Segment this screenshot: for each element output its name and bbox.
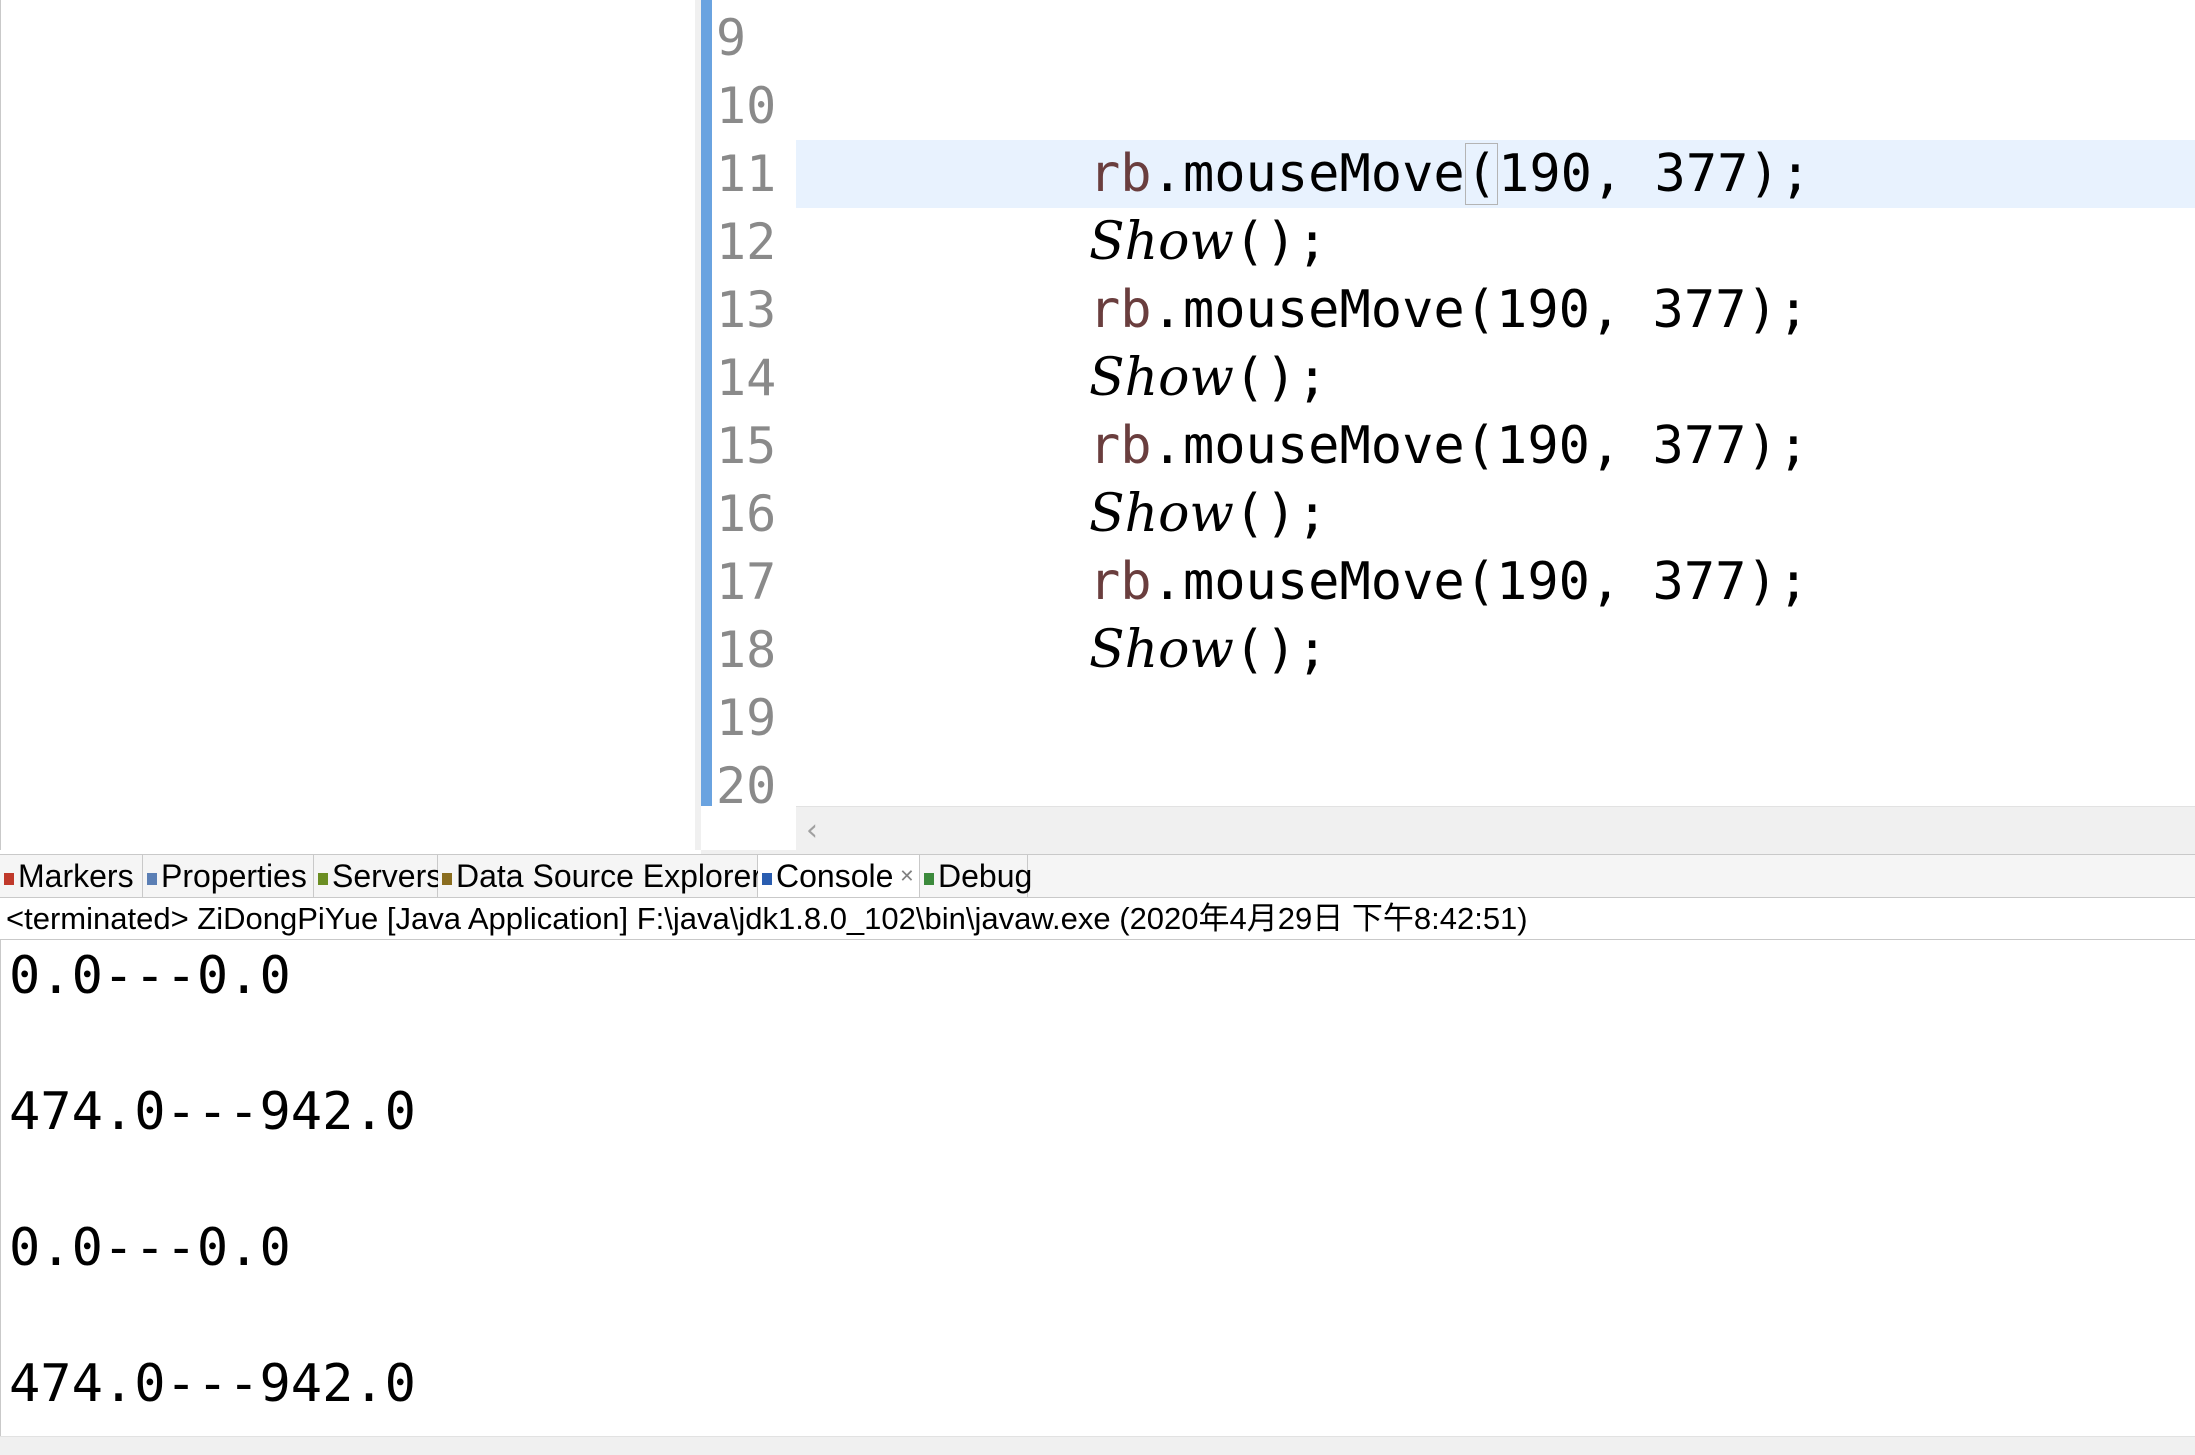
code-token-method: mouseMove [1182,552,1465,612]
console-output-line: 474.0---942.0 [9,1354,416,1414]
overview-ruler-bar [701,0,712,806]
code-line[interactable]: Show(); [796,344,2195,412]
code-token-num: 190, 377 [1496,416,1747,476]
bottom-panel-tabs: Markers Properties Servers Data Source Expl… [0,854,2195,898]
code-token-punct: (); [1233,212,1328,272]
current-code-line[interactable]: rb.mouseMove(190, 377); [796,140,2195,208]
code-token-static: Show [1089,348,1234,408]
code-token-punct: . [1151,552,1183,612]
line-number: 13 [716,281,777,339]
servers-icon [318,872,328,885]
code-line[interactable]: Show(); [796,616,2195,684]
tab-label: Debug [938,858,1033,894]
console-horizontal-scrollbar[interactable] [0,1436,2195,1455]
code-token-var: rb [1089,416,1152,476]
close-icon[interactable]: ✕ [899,866,914,886]
code-line[interactable] [796,684,2195,752]
tab-servers[interactable]: Servers [314,855,442,897]
code-token-punct: ( [1464,552,1497,612]
console-process-header: <terminated> ZiDongPiYue [Java Applicati… [0,898,2195,940]
code-token-punct: ); [1746,552,1810,612]
code-line-text: rb.mouseMove(190, 377); [1089,412,1809,480]
code-token-punct: . [1151,144,1183,204]
code-line-text: Show(); [1089,344,1328,412]
code-text-area[interactable]: rb.mouseMove(190, 377); Show(); rb.mouseMo… [796,0,2195,806]
code-token-num: 190, 377 [1496,552,1747,612]
code-token-punct: ); [1746,416,1810,476]
code-token-num: 190, 377 [1496,280,1747,340]
tab-data-source-explorer[interactable]: Data Source Explorer [438,855,762,897]
code-line[interactable]: Show(); [796,208,2195,276]
code-token-punct: . [1151,416,1183,476]
code-line-text: rb.mouseMove(190, 377); [1089,140,1811,208]
line-number: 14 [716,349,777,407]
console-icon [762,872,772,885]
console-output-line: 0.0---0.0 [9,1218,291,1278]
line-number: 12 [716,213,777,271]
line-number: 11 [716,145,777,203]
line-number: 9 [716,9,747,67]
code-token-var: rb [1089,144,1152,204]
code-token-punct: . [1151,280,1183,340]
line-number-gutter: 9 10 11 12 13 14 15 16 17 18 19 20 [712,0,796,815]
line-number: 19 [716,689,777,747]
markers-icon [4,872,14,885]
line-number: 15 [716,417,777,475]
code-editor[interactable]: 9 10 11 12 13 14 15 16 17 18 19 20 rb.mouseMove(190… [701,0,2195,850]
code-token-punct: (); [1233,620,1328,680]
tab-label: Console [776,858,894,894]
code-line[interactable]: rb.mouseMove(190, 377); [796,412,2195,480]
code-token-punct: ( [1464,280,1497,340]
code-token-static: Show [1089,212,1234,272]
console-output[interactable]: 0.0---0.0 474.0---942.0 0.0---0.0 474.0---9… [0,940,2195,1436]
code-line-text: rb.mouseMove(190, 377); [1089,276,1809,344]
code-line[interactable] [796,4,2195,72]
scroll-left-icon[interactable]: ‹ [806,813,818,848]
code-line[interactable]: rb.mouseMove(190, 377); [796,548,2195,616]
code-token-method: mouseMove [1182,280,1465,340]
tab-console[interactable]: Console ✕ [758,855,920,897]
code-token-punct: ); [1746,280,1810,340]
code-token-static: Show [1089,484,1234,544]
code-line[interactable]: rb.mouseMove(190, 377); [796,276,2195,344]
code-token-static: Show [1089,620,1234,680]
code-line-text: Show(); [1089,480,1328,548]
line-number: 18 [716,621,777,679]
tab-label: Markers [18,858,134,894]
code-token-punct: (); [1233,348,1328,408]
console-output-line: 0.0---0.0 [9,946,291,1006]
line-number: 17 [716,553,777,611]
debug-icon [924,872,934,885]
line-number: 16 [716,485,777,543]
tab-label: Servers [332,858,443,894]
properties-icon [147,872,157,885]
package-explorer-pane[interactable] [0,0,696,850]
code-token-method: mouseMove [1182,416,1465,476]
code-line-text: rb.mouseMove(190, 377); [1089,548,1809,616]
code-token-method: mouseMove [1182,144,1465,204]
tab-label: Data Source Explorer [456,858,762,894]
code-line-text: Show(); [1089,208,1328,276]
code-token-punct: (); [1233,484,1328,544]
code-token-punct: ); [1748,144,1812,204]
code-token-num: 190, 377 [1498,144,1749,204]
console-output-line: 474.0---942.0 [9,1082,416,1142]
code-line[interactable]: Show(); [796,480,2195,548]
line-number: 10 [716,77,777,135]
tab-label: Properties [161,858,307,894]
line-number: 20 [716,757,777,815]
code-token-bracket: ( [1464,143,1499,205]
tab-markers[interactable]: Markers [0,855,143,897]
code-token-punct: ( [1464,416,1497,476]
code-token-var: rb [1089,552,1152,612]
code-line-text: Show(); [1089,616,1328,684]
tab-debug[interactable]: Debug [920,855,1032,897]
code-token-var: rb [1089,280,1152,340]
database-icon [442,872,452,885]
code-line[interactable] [796,72,2195,140]
tab-properties[interactable]: Properties [143,855,314,897]
editor-horizontal-scrollbar[interactable]: ‹ [796,806,2195,850]
